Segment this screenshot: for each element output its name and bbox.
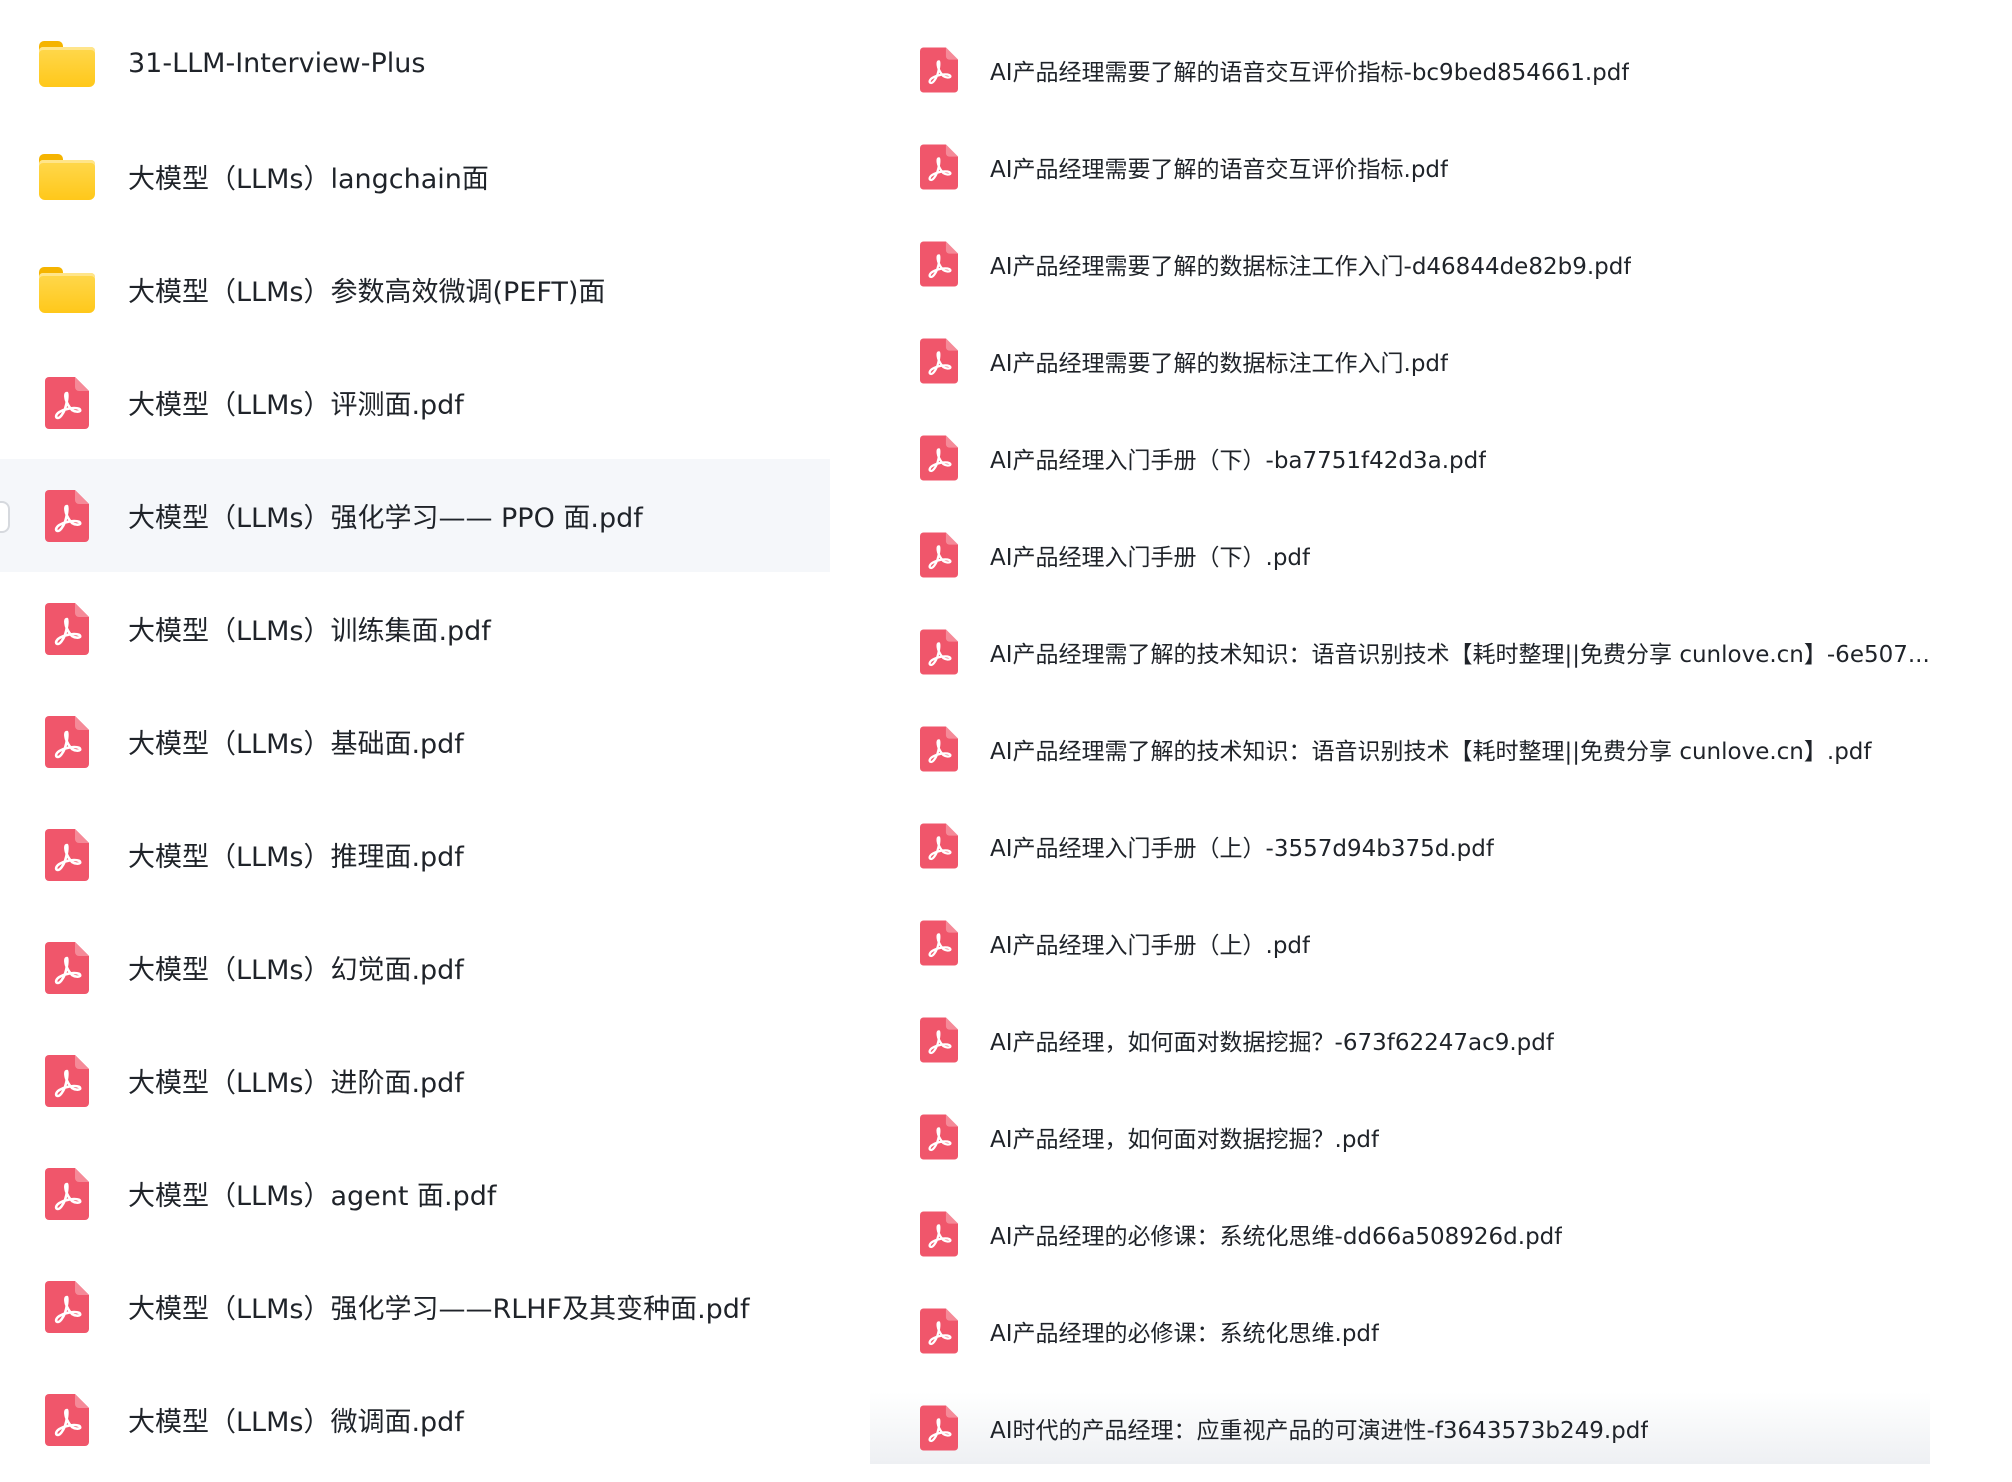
file-name: 大模型（LLMs）评测面.pdf (128, 390, 464, 421)
pdf-icon (920, 1211, 958, 1257)
folder-icon (36, 259, 98, 321)
pdf-icon (920, 1308, 958, 1354)
file-list-item[interactable]: 大模型（LLMs）基础面.pdf (0, 685, 830, 798)
pdf-icon (920, 338, 958, 384)
pdf-icon (36, 1163, 98, 1225)
pdf-icon (36, 711, 98, 773)
file-name: 大模型（LLMs）agent 面.pdf (128, 1181, 497, 1212)
file-name: AI产品经理，如何面对数据挖掘？.pdf (990, 1127, 1380, 1153)
file-name: 大模型（LLMs）推理面.pdf (128, 842, 464, 873)
pdf-icon (920, 144, 958, 190)
file-list-item[interactable]: AI产品经理，如何面对数据挖掘？-673f62247ac9.pdf (870, 1005, 1930, 1075)
pdf-icon (920, 726, 958, 772)
file-list-item[interactable]: AI产品经理入门手册（下）-ba7751f42d3a.pdf (870, 423, 1930, 493)
file-name: 大模型（LLMs）进阶面.pdf (128, 1068, 464, 1099)
pdf-icon (920, 920, 958, 966)
file-name: 大模型（LLMs）幻觉面.pdf (128, 955, 464, 986)
file-name: AI产品经理入门手册（下）.pdf (990, 545, 1311, 571)
pdf-icon (920, 532, 958, 578)
pdf-icon (920, 435, 958, 481)
file-name: AI产品经理需了解的技术知识：语音识别技术【耗时整理||免费分享 cunlove… (990, 739, 1872, 765)
file-list-item[interactable]: AI产品经理入门手册（下）.pdf (870, 520, 1930, 590)
file-name: 大模型（LLMs）微调面.pdf (128, 1407, 464, 1438)
file-browser-screenshot: 31-LLM-Interview-Plus 大模型（LLMs）langchain… (0, 0, 2012, 1482)
file-list-item[interactable]: AI产品经理需要了解的数据标注工作入门.pdf (870, 326, 1930, 396)
file-name: AI产品经理入门手册（上）.pdf (990, 933, 1311, 959)
file-name: AI产品经理需要了解的语音交互评价指标.pdf (990, 157, 1449, 183)
pdf-icon (920, 1405, 958, 1451)
pdf-icon (920, 629, 958, 675)
file-list-item[interactable]: AI产品经理需了解的技术知识：语音识别技术【耗时整理||免费分享 cunlove… (870, 714, 1930, 784)
file-name: AI产品经理需要了解的数据标注工作入门.pdf (990, 351, 1449, 377)
file-name: AI产品经理入门手册（下）-ba7751f42d3a.pdf (990, 448, 1487, 474)
file-list-item[interactable]: AI产品经理的必修课：系统化思维.pdf (870, 1296, 1930, 1366)
file-list-item[interactable]: AI产品经理需要了解的数据标注工作入门-d46844de82b9.pdf (870, 229, 1930, 299)
pdf-icon (36, 372, 98, 434)
file-name: AI产品经理的必修课：系统化思维-dd66a508926d.pdf (990, 1224, 1563, 1250)
file-name: 31-LLM-Interview-Plus (128, 48, 426, 79)
file-list-item[interactable]: AI产品经理需了解的技术知识：语音识别技术【耗时整理||免费分享 cunlove… (870, 617, 1930, 687)
pdf-icon (920, 241, 958, 287)
file-name: 大模型（LLMs）训练集面.pdf (128, 616, 491, 647)
file-list-item[interactable]: 大模型（LLMs）微调面.pdf (0, 1363, 830, 1476)
file-name: 大模型（LLMs）强化学习——RLHF及其变种面.pdf (128, 1294, 750, 1325)
pdf-icon (36, 937, 98, 999)
file-name: AI产品经理入门手册（上）-3557d94b375d.pdf (990, 836, 1494, 862)
file-name: 大模型（LLMs）langchain面 (128, 164, 489, 195)
pdf-icon (36, 1389, 98, 1451)
file-name: AI产品经理需要了解的语音交互评价指标-bc9bed854661.pdf (990, 60, 1630, 86)
selection-handle[interactable] (0, 501, 10, 533)
pdf-icon (36, 1050, 98, 1112)
left-file-list: 31-LLM-Interview-Plus 大模型（LLMs）langchain… (0, 0, 830, 1482)
pdf-icon (920, 1017, 958, 1063)
file-list-item-selected[interactable]: 大模型（LLMs）强化学习—— PPO 面.pdf (0, 459, 830, 572)
file-name: AI时代的产品经理：应重视产品的可演进性-f3643573b249.pdf (990, 1418, 1649, 1444)
file-name: AI产品经理需了解的技术知识：语音识别技术【耗时整理||免费分享 cunlove… (990, 642, 1930, 668)
file-list-item[interactable]: 大模型（LLMs）训练集面.pdf (0, 572, 830, 685)
pdf-icon (920, 823, 958, 869)
file-name: AI产品经理，如何面对数据挖掘？-673f62247ac9.pdf (990, 1030, 1554, 1056)
file-list-item[interactable]: AI产品经理入门手册（上）.pdf (870, 908, 1930, 978)
right-file-list: AI产品经理需要了解的语音交互评价指标-bc9bed854661.pdf AI产… (870, 0, 1930, 1482)
file-list-item[interactable]: 大模型（LLMs）进阶面.pdf (0, 1024, 830, 1137)
file-list-item[interactable]: 大模型（LLMs）评测面.pdf (0, 346, 830, 459)
pdf-icon (36, 824, 98, 886)
file-list-item[interactable]: 大模型（LLMs）推理面.pdf (0, 798, 830, 911)
file-list-item[interactable]: AI时代的产品经理：应重视产品的可演进性-f3643573b249.pdf (870, 1392, 1930, 1464)
file-list-item[interactable]: AI产品经理，如何面对数据挖掘？.pdf (870, 1102, 1930, 1172)
file-list-item[interactable]: 大模型（LLMs）参数高效微调(PEFT)面 (0, 233, 830, 346)
file-name: 大模型（LLMs）基础面.pdf (128, 729, 464, 760)
pdf-icon (920, 1114, 958, 1160)
file-list-item[interactable]: 大模型（LLMs）幻觉面.pdf (0, 911, 830, 1024)
file-list-item[interactable]: AI产品经理入门手册（上）-3557d94b375d.pdf (870, 811, 1930, 881)
file-list-item[interactable]: 31-LLM-Interview-Plus (0, 7, 830, 120)
folder-icon (36, 33, 98, 95)
file-list-item[interactable]: AI产品经理的必修课：系统化思维-dd66a508926d.pdf (870, 1199, 1930, 1269)
file-name: 大模型（LLMs）强化学习—— PPO 面.pdf (128, 503, 643, 534)
file-list-item[interactable]: 大模型（LLMs）强化学习——RLHF及其变种面.pdf (0, 1250, 830, 1363)
pdf-icon (36, 1276, 98, 1338)
file-list-item[interactable]: AI产品经理需要了解的语音交互评价指标-bc9bed854661.pdf (870, 35, 1930, 105)
file-list-item[interactable]: 大模型（LLMs）agent 面.pdf (0, 1137, 830, 1250)
file-list-item[interactable]: 大模型（LLMs）langchain面 (0, 120, 830, 233)
file-name: AI产品经理需要了解的数据标注工作入门-d46844de82b9.pdf (990, 254, 1632, 280)
folder-icon (36, 146, 98, 208)
pdf-icon (920, 47, 958, 93)
pdf-icon (36, 485, 98, 547)
file-name: 大模型（LLMs）参数高效微调(PEFT)面 (128, 277, 606, 308)
pdf-icon (36, 598, 98, 660)
file-list-item[interactable]: AI产品经理需要了解的语音交互评价指标.pdf (870, 132, 1930, 202)
file-name: AI产品经理的必修课：系统化思维.pdf (990, 1321, 1380, 1347)
